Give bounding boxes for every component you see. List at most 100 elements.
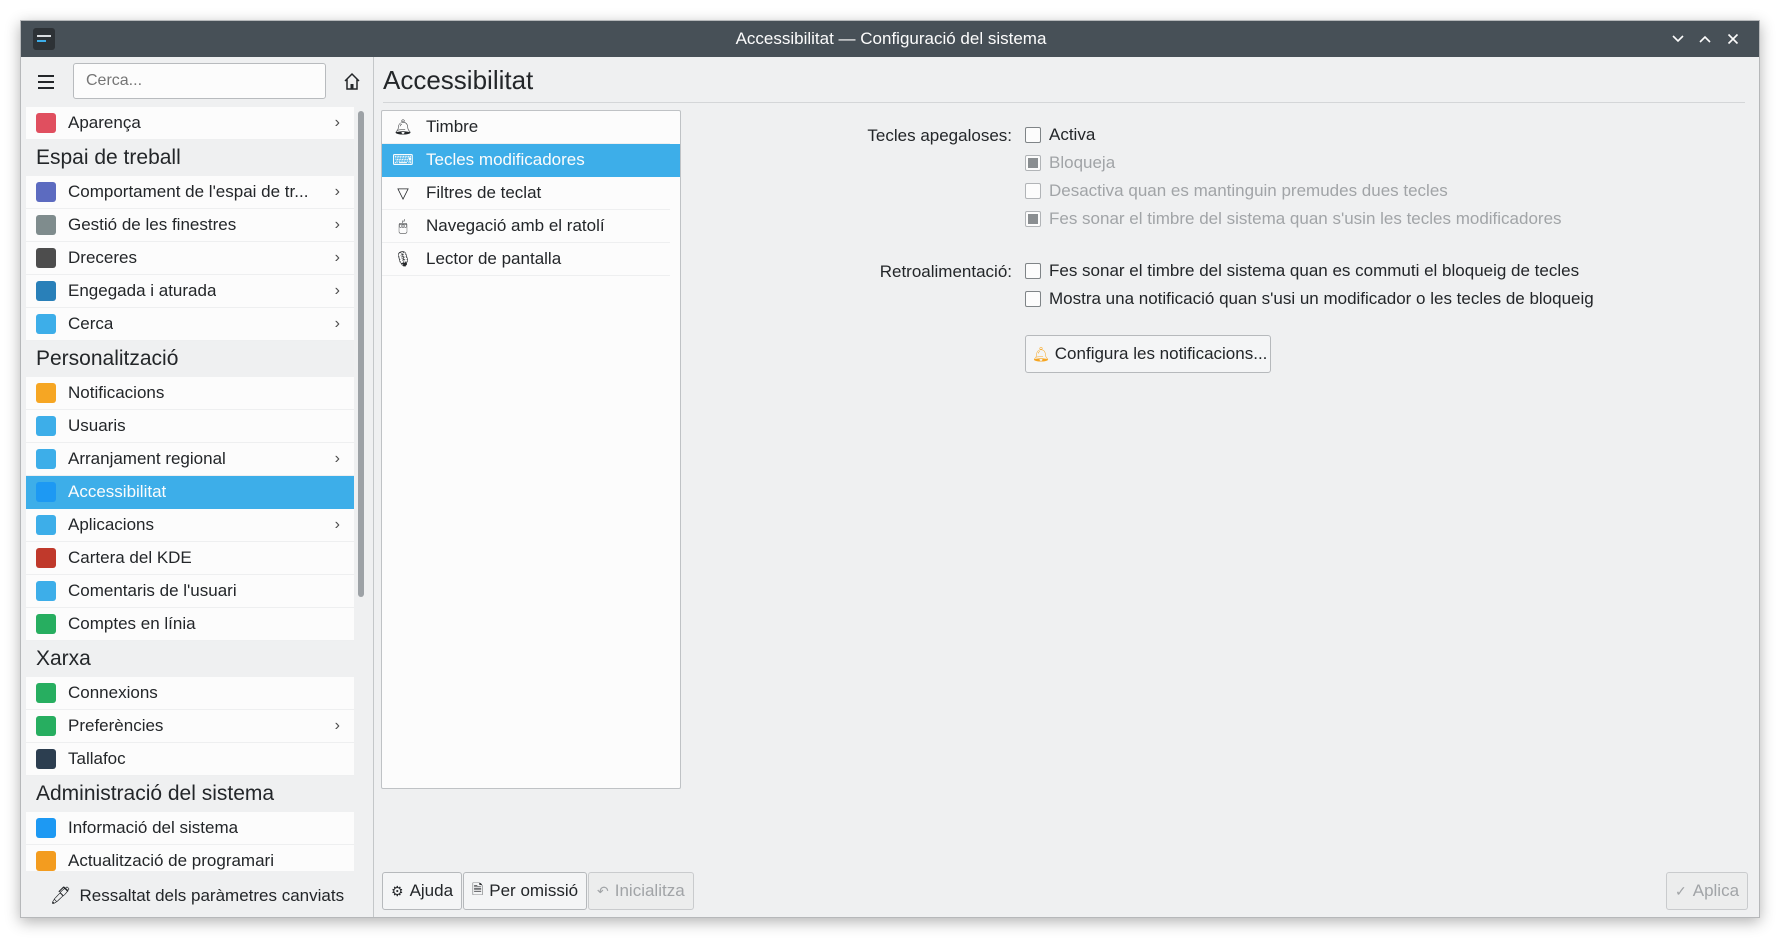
- globe-icon: [36, 683, 56, 703]
- subpage-item[interactable]: 🔔︎ Timbre: [382, 111, 670, 144]
- chevron-right-icon: ›: [334, 450, 340, 467]
- sidebar-item-label: Engegada i aturada: [68, 281, 217, 300]
- checkbox-label: Mostra una notificació quan s'usi un mod…: [1049, 289, 1594, 308]
- title-separator: [383, 102, 1745, 103]
- sticky-keys-bell-checkbox[interactable]: Fes sonar el timbre del sistema quan s'u…: [1025, 209, 1562, 229]
- title-bar[interactable]: Accessibilitat — Configuració del sistem…: [21, 21, 1759, 57]
- mouse-icon: 🖱︎: [398, 217, 408, 235]
- checkbox-box[interactable]: [1025, 155, 1041, 171]
- maximize-button[interactable]: [1693, 27, 1717, 51]
- sidebar-item[interactable]: Preferències ›: [26, 710, 354, 743]
- configure-notifications-label: Configura les notificacions...: [1054, 344, 1268, 363]
- bell-icon: [36, 383, 56, 403]
- checkbox-label: Fes sonar el timbre del sistema quan es …: [1049, 261, 1580, 280]
- sticky-keys-activate-checkbox[interactable]: Activa: [1025, 125, 1095, 145]
- sidebar-item-label: Connexions: [68, 683, 158, 702]
- sticky-keys-lock-checkbox[interactable]: Bloqueja: [1025, 153, 1115, 173]
- sticky-keys-disable-two-keys-checkbox[interactable]: Desactiva quan es mantinguin premudes du…: [1025, 181, 1448, 201]
- sidebar-item[interactable]: Comportament de l'espai de tr... ›: [26, 176, 354, 209]
- sidebar-item-label: Arranjament regional: [68, 449, 226, 468]
- chevron-right-icon: ›: [334, 249, 340, 266]
- firewall-icon: [36, 749, 56, 769]
- scrollbar-thumb[interactable]: [358, 111, 364, 597]
- sticky-keys-label: Tecles apegaloses:: [867, 126, 1012, 145]
- sidebar-item[interactable]: Usuaris: [26, 410, 354, 443]
- appearance-icon: [36, 113, 56, 133]
- sidebar-item[interactable]: Dreceres ›: [26, 242, 354, 275]
- workspace-icon: [36, 182, 56, 202]
- sidebar-category-header: Personalització: [26, 341, 354, 377]
- reset-button[interactable]: ↶ Inicialitza: [588, 872, 694, 910]
- sidebar-item[interactable]: Engegada i aturada ›: [26, 275, 354, 308]
- minimize-button[interactable]: [1666, 27, 1690, 51]
- subpage-item[interactable]: ⌨ Tecles modificadores: [382, 144, 680, 177]
- highlight-changed-settings-label: Ressaltat dels paràmetres canviats: [79, 886, 345, 905]
- checkbox-box[interactable]: [1025, 291, 1041, 307]
- sidebar-item[interactable]: Tallafoc: [26, 743, 354, 776]
- subpage-list: 🔔︎ Timbre ⌨ Tecles modificadores ▽ Filtres de…: [381, 110, 681, 789]
- help-button[interactable]: ⚙︎ Ajuda: [382, 872, 463, 910]
- reset-label: Inicialitza: [614, 881, 685, 900]
- hamburger-menu-icon[interactable]: [35, 70, 57, 94]
- feedback-notification-checkbox[interactable]: Mostra una notificació quan s'usi un mod…: [1025, 289, 1594, 309]
- sidebar-item-label: Aplicacions: [68, 515, 154, 534]
- page-title: Accessibilitat: [383, 65, 534, 95]
- search-input[interactable]: [73, 63, 326, 99]
- search-icon: [36, 314, 56, 334]
- sidebar-item-label: Comentaris de l'usuari: [68, 581, 237, 600]
- home-icon[interactable]: [339, 69, 365, 95]
- chevron-right-icon: ›: [334, 315, 340, 332]
- monitor-icon: [36, 281, 56, 301]
- sidebar-item-label: Usuaris: [68, 416, 126, 435]
- sidebar-item[interactable]: Informació del sistema: [26, 812, 354, 845]
- globe-icon: [36, 716, 56, 736]
- sidebar-item[interactable]: Comptes en línia: [26, 608, 354, 641]
- feedback-icon: [36, 581, 56, 601]
- sidebar-scrollbar[interactable]: [358, 111, 364, 867]
- sidebar-item[interactable]: Arranjament regional ›: [26, 443, 354, 476]
- checkmark-icon: ✓: [1675, 882, 1687, 899]
- checkbox-box[interactable]: [1025, 211, 1041, 227]
- configure-notifications-button[interactable]: 🔔︎ Configura les notificacions...: [1025, 335, 1271, 373]
- chevron-right-icon: ›: [334, 216, 340, 233]
- sidebar-item[interactable]: Accessibilitat: [26, 476, 354, 509]
- checkbox-box[interactable]: [1025, 127, 1041, 143]
- filter-icon: ▽: [397, 185, 409, 202]
- apply-label: Aplica: [1692, 881, 1740, 900]
- subpage-item[interactable]: 🖱︎ Navegació amb el ratolí: [382, 210, 670, 243]
- pen-icon: 🖊︎: [49, 886, 72, 905]
- window-title: Accessibilitat — Configuració del sistem…: [735, 29, 1047, 48]
- sidebar-category-header: Xarxa: [26, 641, 354, 677]
- sidebar-item[interactable]: Notificacions: [26, 377, 354, 410]
- sidebar-item[interactable]: Gestió de les finestres ›: [26, 209, 354, 242]
- sidebar-divider: [373, 57, 374, 917]
- subpage-item-label: Timbre: [426, 117, 479, 136]
- help-label: Ajuda: [409, 881, 454, 900]
- sidebar-toolbar: [21, 57, 373, 107]
- defaults-button[interactable]: 🗎︎ Per omissió: [463, 872, 588, 910]
- sidebar-item[interactable]: Cartera del KDE: [26, 542, 354, 575]
- subpage-item-label: Navegació amb el ratolí: [426, 216, 605, 235]
- checkbox-label: Bloqueja: [1049, 153, 1116, 172]
- highlight-changed-settings-button[interactable]: 🖊︎ Ressaltat dels paràmetres canviats: [21, 873, 373, 917]
- sidebar-item-label: Accessibilitat: [68, 482, 167, 501]
- keyboard-icon: [36, 248, 56, 268]
- sidebar-item-label: Gestió de les finestres: [68, 215, 237, 234]
- feedback-lock-bell-checkbox[interactable]: Fes sonar el timbre del sistema quan es …: [1025, 261, 1579, 281]
- sidebar-item[interactable]: Connexions: [26, 677, 354, 710]
- sidebar-item[interactable]: Aplicacions ›: [26, 509, 354, 542]
- sidebar-item-label: Aparença: [68, 113, 141, 132]
- checkbox-box[interactable]: [1025, 183, 1041, 199]
- apply-button[interactable]: ✓ Aplica: [1666, 872, 1749, 910]
- subpage-item[interactable]: 🎙︎ Lector de pantalla: [382, 243, 670, 276]
- globe-icon: [36, 614, 56, 634]
- sidebar-item[interactable]: Cerca ›: [26, 308, 354, 341]
- update-icon: [36, 851, 56, 871]
- sidebar-item[interactable]: Actualització de programari: [26, 845, 354, 871]
- checkbox-box[interactable]: [1025, 263, 1041, 279]
- sidebar-item[interactable]: Aparença ›: [26, 107, 354, 140]
- subpage-item[interactable]: ▽ Filtres de teclat: [382, 177, 670, 210]
- sidebar-item[interactable]: Comentaris de l'usuari: [26, 575, 354, 608]
- close-button[interactable]: [1721, 27, 1745, 51]
- document-icon: 🗎︎: [472, 881, 484, 897]
